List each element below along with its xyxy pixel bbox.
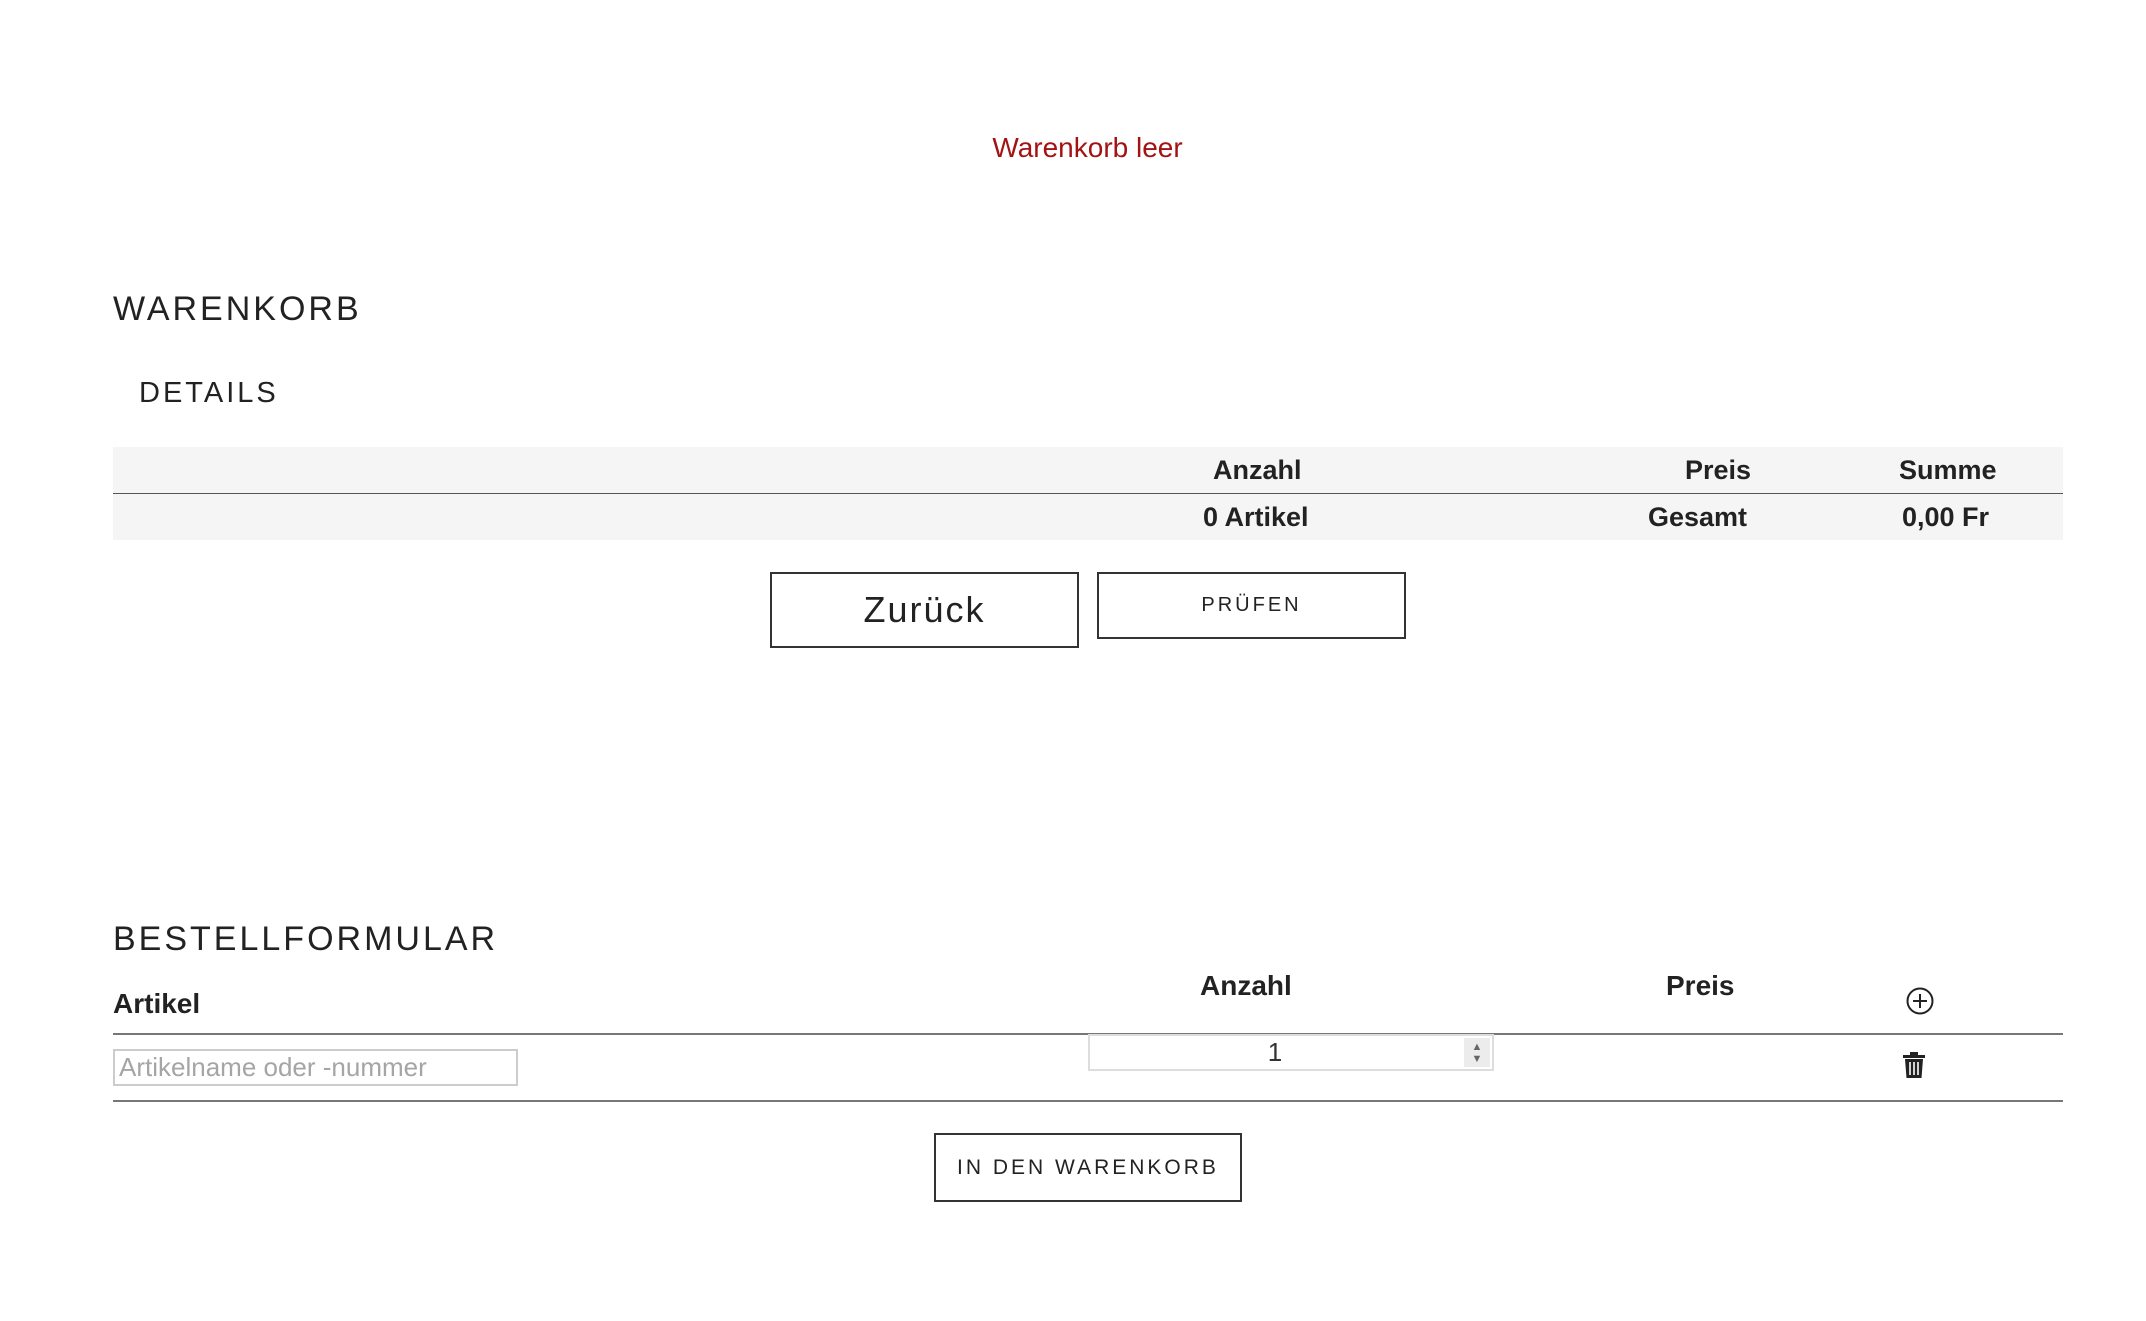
back-button[interactable]: Zurück xyxy=(770,572,1079,648)
cart-title: WARENKORB xyxy=(113,290,362,328)
column-price: Preis xyxy=(1666,970,1735,1001)
column-quantity: Anzahl xyxy=(1200,970,1292,1001)
add-to-cart-button[interactable]: IN DEN WARENKORB xyxy=(934,1133,1242,1202)
column-sum: Summe xyxy=(1899,455,1997,485)
cart-empty-notice: Warenkorb leer xyxy=(992,132,1183,163)
column-price: Preis xyxy=(1685,455,1752,485)
article-search-input[interactable] xyxy=(113,1049,518,1086)
column-article: Artikel xyxy=(113,988,201,1019)
cart-table-footer: 0 Artikel Gesamt 0,00 Fr xyxy=(113,494,2063,540)
details-title: DETAILS xyxy=(139,377,279,409)
column-quantity: Anzahl xyxy=(1213,455,1302,485)
cart-total-label: Gesamt xyxy=(1648,502,1748,532)
quantity-value: 1 xyxy=(1267,1037,1283,1067)
cart-item-count: 0 Artikel xyxy=(1203,502,1309,532)
trash-icon[interactable] xyxy=(1901,1051,1927,1079)
check-button[interactable]: PRÜFEN xyxy=(1097,572,1406,639)
quantity-stepper[interactable]: 1 ▲ ▼ xyxy=(1088,1034,1494,1071)
cart-table-header: Anzahl Preis Summe xyxy=(113,447,2063,495)
cart-total-value: 0,00 Fr xyxy=(1902,502,1990,532)
plus-circle-icon[interactable] xyxy=(1905,986,1935,1016)
form-row-divider xyxy=(113,1100,2063,1102)
spinner-arrows-icon[interactable]: ▲ ▼ xyxy=(1464,1038,1490,1067)
order-form-title: BESTELLFORMULAR xyxy=(113,920,499,958)
